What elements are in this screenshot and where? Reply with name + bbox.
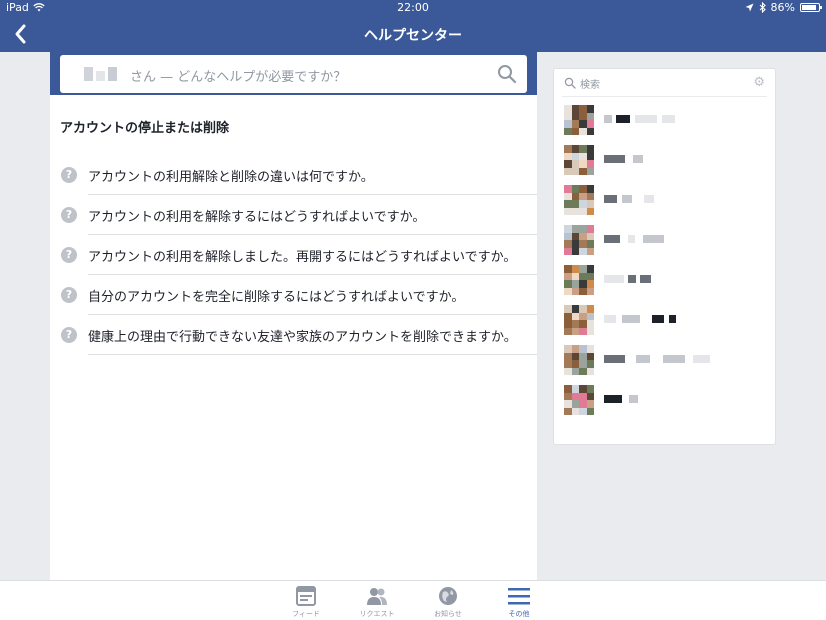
faq-question: アカウントの利用を解除しました。再開するにはどうすればよいですか。 xyxy=(88,250,517,265)
contacts-panel: 検索 ⚙ xyxy=(553,68,776,445)
search-icon xyxy=(564,77,576,89)
question-icon: ? xyxy=(61,287,77,303)
question-icon: ? xyxy=(61,167,77,183)
tab-bar: フィード リクエスト お知らせ その他 xyxy=(0,580,826,620)
blurred-contact-name xyxy=(604,195,654,203)
clock: 22:00 xyxy=(397,1,429,14)
feed-icon xyxy=(296,586,316,606)
chevron-left-icon xyxy=(15,24,26,44)
globe-notifications-icon xyxy=(439,587,457,605)
location-arrow-icon xyxy=(745,3,754,12)
faq-question: 健康上の理由で行動できない友達や家族のアカウントを削除できますか。 xyxy=(88,330,517,345)
faq-item[interactable]: ? アカウントの利用を解除しました。再開するにはどうすればよいですか。 xyxy=(50,235,537,275)
blurred-contact-name xyxy=(604,235,664,243)
back-button[interactable] xyxy=(10,22,34,46)
contact-item[interactable] xyxy=(564,145,764,175)
avatar xyxy=(564,185,594,215)
contacts-search-input[interactable]: 検索 ⚙ xyxy=(562,69,767,97)
contact-item[interactable] xyxy=(564,185,764,215)
tab-feed[interactable]: フィード xyxy=(276,585,336,619)
status-bar: iPad 22:00 86% xyxy=(0,0,826,16)
divider xyxy=(88,354,537,355)
tab-more[interactable]: その他 xyxy=(489,585,549,619)
blurred-contact-name xyxy=(604,395,638,403)
tab-friend-requests[interactable]: リクエスト xyxy=(347,585,407,619)
help-search-input[interactable]: さん — どんなヘルプが必要ですか？ xyxy=(60,55,527,93)
avatar xyxy=(564,345,594,375)
gear-icon[interactable]: ⚙ xyxy=(753,75,765,90)
question-icon: ? xyxy=(61,207,77,223)
tab-notifications[interactable]: お知らせ xyxy=(418,585,478,619)
blurred-contact-name xyxy=(604,155,643,163)
contact-item[interactable] xyxy=(564,105,764,135)
friend-requests-icon xyxy=(367,588,387,605)
blurred-user-name xyxy=(84,67,117,81)
search-placeholder: さん — どんなヘルプが必要ですか？ xyxy=(130,70,347,85)
avatar xyxy=(564,385,594,415)
navigation-bar: ヘルプセンター xyxy=(0,16,826,52)
contacts-search-label: 検索 xyxy=(580,80,600,91)
question-icon: ? xyxy=(61,247,77,263)
blurred-contact-name xyxy=(604,275,651,283)
bluetooth-icon xyxy=(759,2,766,13)
search-band: さん — どんなヘルプが必要ですか？ xyxy=(50,52,537,95)
faq-question: アカウントの利用解除と削除の違いは何ですか。 xyxy=(88,170,374,185)
help-center-content: さん — どんなヘルプが必要ですか？ アカウントの停止または削除 ? アカウント… xyxy=(50,52,537,580)
avatar xyxy=(564,145,594,175)
section-title: アカウントの停止または削除 xyxy=(60,121,230,136)
tab-label: その他 xyxy=(508,610,530,618)
contact-list xyxy=(554,97,775,442)
tab-label: お知らせ xyxy=(434,610,462,618)
contact-item[interactable] xyxy=(564,225,764,255)
question-icon: ? xyxy=(61,327,77,343)
faq-question: 自分のアカウントを完全に削除するにはどうすればよいですか。 xyxy=(88,290,465,305)
contact-item[interactable] xyxy=(564,305,764,335)
page-title: ヘルプセンター xyxy=(364,28,462,44)
menu-icon xyxy=(508,588,530,605)
faq-item[interactable]: ? アカウントの利用解除と削除の違いは何ですか。 xyxy=(50,155,537,195)
contact-item[interactable] xyxy=(564,265,764,295)
tab-label: リクエスト xyxy=(359,610,395,618)
blurred-contact-name xyxy=(604,315,676,323)
avatar xyxy=(564,265,594,295)
battery-icon xyxy=(800,3,822,12)
avatar xyxy=(564,305,594,335)
faq-item[interactable]: ? アカウントの利用を解除するにはどうすればよいですか。 xyxy=(50,195,537,235)
tab-label: フィード xyxy=(292,610,320,618)
search-icon[interactable] xyxy=(497,64,517,84)
avatar xyxy=(564,105,594,135)
faq-list: ? アカウントの利用解除と削除の違いは何ですか。 ? アカウントの利用を解除する… xyxy=(50,155,537,355)
faq-item[interactable]: ? 健康上の理由で行動できない友達や家族のアカウントを削除できますか。 xyxy=(50,315,537,355)
avatar xyxy=(564,225,594,255)
blurred-contact-name xyxy=(604,115,675,123)
contact-item[interactable] xyxy=(564,345,764,375)
contact-item[interactable] xyxy=(564,385,764,415)
battery-percent: 86% xyxy=(770,1,795,14)
faq-question: アカウントの利用を解除するにはどうすればよいですか。 xyxy=(88,210,426,225)
blurred-contact-name xyxy=(604,355,710,363)
faq-item[interactable]: ? 自分のアカウントを完全に削除するにはどうすればよいですか。 xyxy=(50,275,537,315)
